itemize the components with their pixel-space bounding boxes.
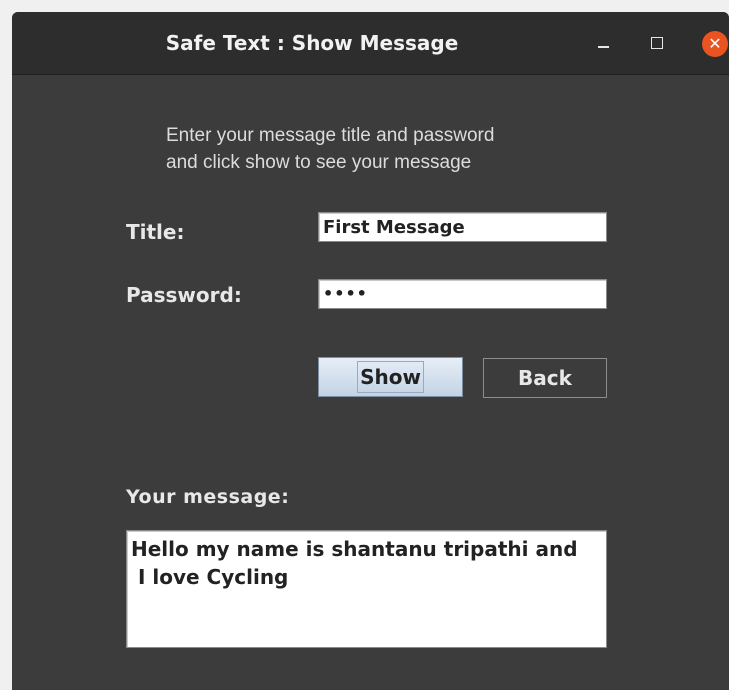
message-text-area[interactable]: Hello my name is shantanu tripathi and I…	[126, 530, 607, 648]
minimize-button[interactable]	[590, 31, 616, 57]
close-icon: ✕	[708, 34, 722, 53]
title-input[interactable]	[318, 212, 607, 242]
password-field[interactable]: ••••	[318, 279, 607, 309]
back-button[interactable]: Back	[483, 358, 607, 398]
title-label: Title:	[126, 220, 185, 244]
window-title: Safe Text : Show Message	[165, 31, 459, 55]
maximize-icon	[651, 36, 663, 49]
instructions-line-1: Enter your message title and password	[166, 125, 495, 146]
minimize-icon	[597, 46, 609, 48]
your-message-label: Your message:	[126, 486, 290, 508]
maximize-button[interactable]	[644, 31, 670, 57]
show-message-window: Safe Text : Show Message ✕ Enter your me…	[12, 12, 729, 690]
show-button[interactable]: Show	[318, 357, 463, 397]
instructions-text: Enter your message title and password an…	[166, 122, 494, 176]
close-button[interactable]: ✕	[702, 31, 728, 57]
show-button-label: Show	[357, 361, 424, 393]
title-bar[interactable]: Safe Text : Show Message ✕	[12, 12, 729, 75]
instructions-line-2: and click show to see your message	[166, 152, 472, 173]
password-label: Password:	[126, 283, 242, 307]
